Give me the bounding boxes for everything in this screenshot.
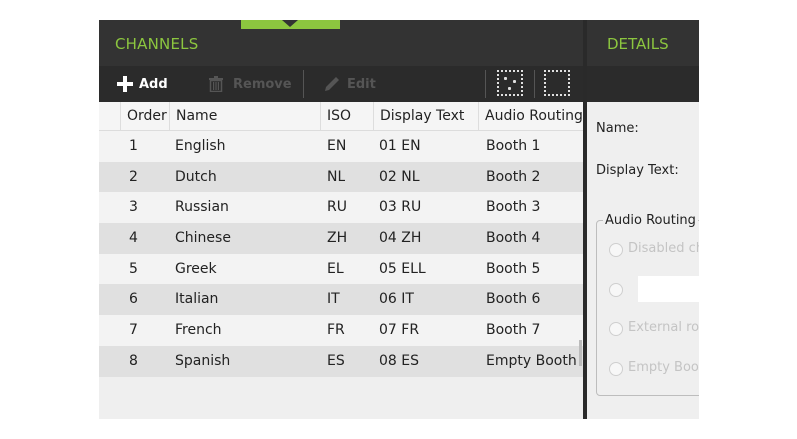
cell-audio-routing: Booth 3 [486, 199, 541, 216]
table-row[interactable]: 4 Chinese ZH 04 ZH Booth 4 [99, 223, 583, 254]
cell-audio-routing: Booth 5 [486, 260, 541, 277]
table-row[interactable]: 2 Dutch NL 02 NL Booth 2 [99, 161, 583, 193]
cell-name: French [175, 322, 222, 339]
cell-iso: RU [327, 199, 347, 216]
cell-order: 4 [129, 230, 138, 247]
cell-iso: ZH [327, 230, 348, 247]
cell-audio-routing: Booth 6 [486, 291, 541, 308]
details-toolbar [587, 66, 699, 102]
column-header-iso[interactable]: ISO [320, 102, 373, 130]
channels-table: Order Name ISO Display Text Audio Routin… [99, 102, 583, 377]
edit-label: Edit [347, 76, 376, 92]
option-empty-booth: Empty Boot [628, 360, 699, 375]
trash-icon [209, 76, 223, 93]
table-row[interactable]: 8 Spanish ES 08 ES Empty Booth [99, 345, 583, 377]
cell-order: 6 [129, 291, 138, 308]
cell-order: 8 [129, 352, 138, 369]
add-label: Add [139, 76, 168, 92]
remove-label: Remove [233, 76, 292, 92]
table-row[interactable]: 3 Russian RU 03 RU Booth 3 [99, 192, 583, 224]
cell-iso: IT [327, 291, 340, 308]
radio-booth-select[interactable] [609, 283, 623, 297]
option-external-routing: External rou [628, 320, 699, 335]
details-title: DETAILS [607, 35, 669, 53]
column-header-audio-routing[interactable]: Audio Routing [478, 102, 583, 130]
table-row[interactable]: 1 English EN 01 EN Booth 1 [99, 131, 583, 162]
cell-display-text: 08 ES [379, 352, 419, 369]
channels-title: CHANNELS [115, 35, 199, 53]
toolbar-divider [303, 70, 304, 98]
dot [508, 87, 511, 90]
name-label: Name: [596, 121, 639, 136]
cell-iso: NL [327, 168, 346, 185]
cell-order: 1 [129, 138, 138, 154]
tab-notch [282, 20, 298, 27]
cell-audio-routing: Booth 4 [486, 230, 541, 247]
remove-button[interactable]: Remove [209, 66, 292, 102]
cell-name: Dutch [175, 168, 217, 185]
cell-order: 7 [129, 322, 138, 339]
radio-empty-booth[interactable] [609, 362, 623, 376]
cell-display-text: 03 RU [379, 199, 422, 216]
cell-audio-routing: Booth 2 [486, 168, 541, 185]
cell-name: Spanish [175, 352, 231, 369]
cell-name: Russian [175, 199, 229, 216]
column-header-display-text[interactable]: Display Text [373, 102, 478, 130]
details-header: DETAILS [587, 20, 699, 66]
dot [504, 77, 507, 80]
channel-manager: CHANNELS Add Remove Edit Order Name ISO … [99, 20, 699, 419]
dotted-rect-icon[interactable] [544, 70, 570, 96]
cell-name: Italian [175, 291, 219, 308]
display-text-label: Display Text: [596, 163, 679, 178]
cell-iso: EN [327, 138, 347, 154]
toolbar-divider [534, 70, 535, 98]
option-disabled-channel: Disabled ch [628, 241, 699, 256]
cell-order: 5 [129, 260, 138, 277]
table-row[interactable]: 5 Greek EL 05 ELL Booth 5 [99, 253, 583, 285]
cell-name: English [175, 138, 226, 154]
cell-name: Chinese [175, 230, 231, 247]
plus-icon [117, 76, 133, 92]
radio-external-routing[interactable] [609, 322, 623, 336]
edit-button[interactable]: Edit [323, 66, 376, 102]
add-button[interactable]: Add [117, 66, 168, 102]
cell-display-text: 02 NL [379, 168, 420, 185]
booth-input[interactable] [638, 276, 699, 302]
cell-display-text: 07 FR [379, 322, 420, 339]
cell-audio-routing: Booth 1 [486, 138, 541, 154]
cell-display-text: 01 EN [379, 138, 421, 154]
pencil-icon [323, 75, 341, 93]
toolbar-divider [485, 70, 486, 98]
channels-panel: CHANNELS Add Remove Edit Order Name ISO … [99, 20, 583, 419]
cell-display-text: 05 ELL [379, 260, 426, 277]
radio-disabled-channel[interactable] [609, 243, 623, 257]
audio-routing-title: Audio Routing [603, 213, 698, 228]
cell-audio-routing: Booth 7 [486, 322, 541, 339]
channels-header: CHANNELS [99, 20, 583, 66]
column-header-order[interactable]: Order [120, 102, 170, 130]
cell-name: Greek [175, 260, 217, 277]
table-row[interactable]: 7 French FR 07 FR Booth 7 [99, 315, 583, 346]
cell-display-text: 06 IT [379, 291, 414, 308]
column-header-name[interactable]: Name [169, 102, 320, 130]
details-panel: DETAILS Name: Display Text: Audio Routin… [587, 20, 699, 419]
cell-iso: ES [327, 352, 345, 369]
dotted-select-icon[interactable] [497, 70, 523, 96]
cell-audio-routing: Empty Booth [486, 352, 577, 369]
dot [513, 80, 516, 83]
cell-order: 3 [129, 199, 138, 216]
cell-iso: EL [327, 260, 344, 277]
cell-display-text: 04 ZH [379, 230, 422, 247]
cell-iso: FR [327, 322, 345, 339]
table-row[interactable]: 6 Italian IT 06 IT Booth 6 [99, 284, 583, 316]
cell-order: 2 [129, 168, 138, 185]
table-scrollbar[interactable] [579, 340, 582, 366]
channels-toolbar: Add Remove Edit [99, 66, 583, 102]
table-header: Order Name ISO Display Text Audio Routin… [99, 102, 583, 131]
